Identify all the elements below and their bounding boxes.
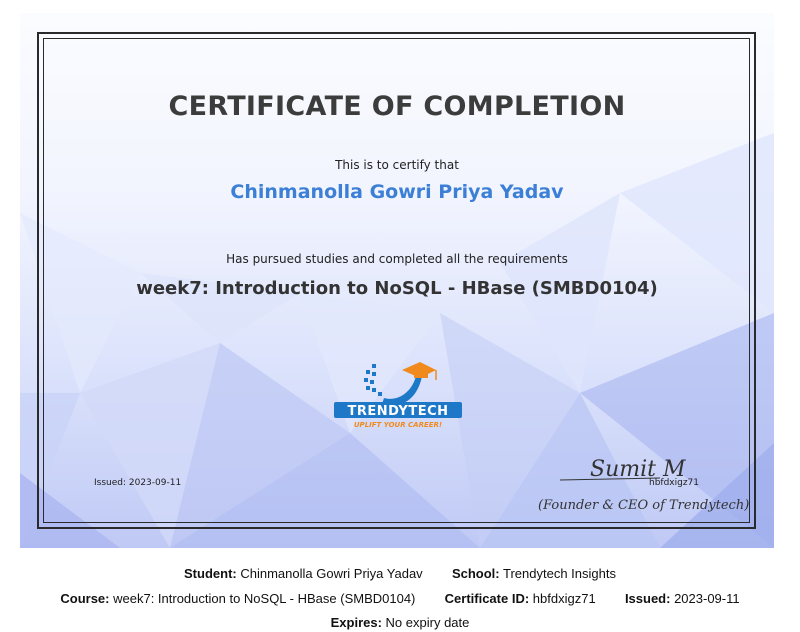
certificate-id-label: Certificate ID: [444,591,530,606]
issued-label: Issued: [624,591,671,606]
school-label: School: [451,566,500,581]
school-value: Trendytech Insights [503,566,616,581]
signature-certificate-id: hbfdxigz71 [649,478,700,488]
logo-tagline: UPLIFT YOUR CAREER! [354,421,442,429]
student-name: Chinmanolla Gowri Priya Yadav [230,181,564,203]
certificate: CERTIFICATE OF COMPLETION This is to cer… [20,13,774,548]
student-label: Student: [184,566,237,581]
certificate-id-value: hbfdxigz71 [532,591,596,606]
student-value: Chinmanolla Gowri Priya Yadav [240,566,423,581]
signatory-title: (Founder & CEO of Trendytech) [538,498,750,513]
issued-date: Issued: 2023-09-11 [94,478,182,488]
expires-value: No expiry date [385,615,470,630]
issued-value: 2023-09-11 [674,591,740,606]
info-row-1: Student: Chinmanolla Gowri Priya Yadav S… [0,566,800,581]
course-label: Course: [60,591,110,606]
expires-label: Expires: [330,615,382,630]
info-row-2: Course: week7: Introduction to NoSQL - H… [0,591,800,606]
course-value: week7: Introduction to NoSQL - HBase (SM… [113,591,416,606]
certificate-title: CERTIFICATE OF COMPLETION [168,91,626,122]
pursued-text: Has pursued studies and completed all th… [226,252,568,266]
graduation-cap-icon [364,362,437,406]
trendytech-logo: TRENDYTECH UPLIFT YOUR CAREER! [334,362,462,429]
certify-text: This is to certify that [335,158,459,172]
logo-name: TRENDYTECH [347,404,448,419]
course-title: week7: Introduction to NoSQL - HBase (SM… [136,278,658,299]
info-row-3: Expires: No expiry date [0,615,800,630]
